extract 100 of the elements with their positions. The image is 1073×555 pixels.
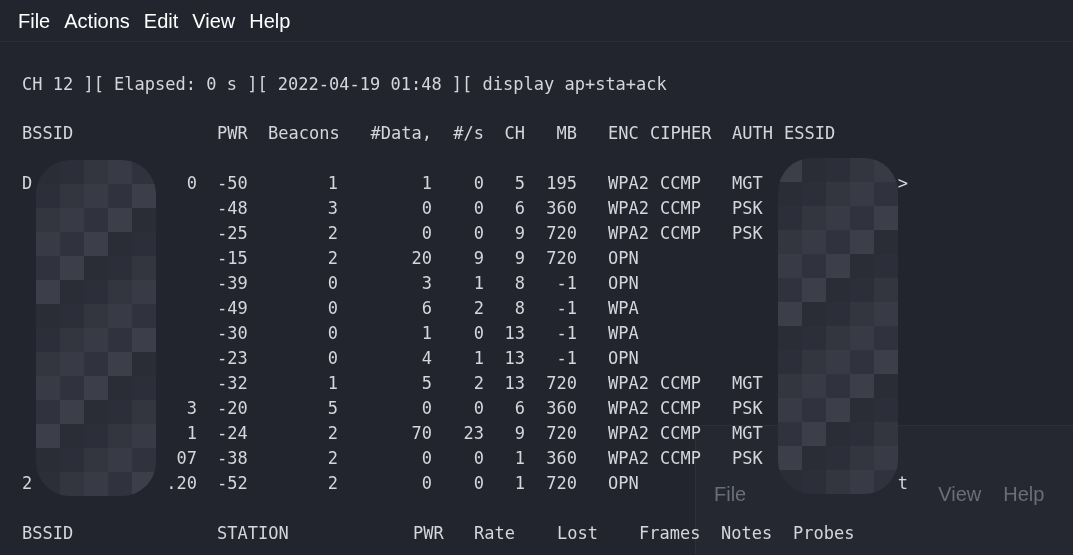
column-header: Frames [639,523,701,543]
table-cell: -52 [217,473,248,493]
table-cell: 3 [186,398,197,418]
column-header: CH [504,123,525,143]
table-cell: 9 [514,248,525,268]
table-cell: 5 [327,398,338,418]
table-cell: 20 [411,248,432,268]
table-cell: 360 [546,398,577,418]
table-cell: WPA [608,323,639,343]
table-cell: 0 [421,398,432,418]
table-cell: 0 [327,273,338,293]
table-cell: CCMP [660,223,701,243]
table-cell: t [897,473,908,493]
table-cell: -30 [217,323,248,343]
table-cell: 0 [421,198,432,218]
table-cell: 5 [514,173,525,193]
table-cell: 3 [327,198,338,218]
column-header: AUTH [732,123,773,143]
table-cell: OPN [608,248,639,268]
table-cell: -24 [217,423,248,443]
table-cell: 8 [514,298,525,318]
column-header: BSSID [22,523,74,543]
table-cell: PSK [732,398,763,418]
table-cell: 0 [186,173,197,193]
menu-item[interactable]: Actions [64,5,130,36]
table-cell: 1 [473,273,484,293]
menu-item[interactable]: Edit [143,5,179,36]
table-cell: CCMP [660,448,701,468]
table-cell: 13 [504,373,525,393]
table-cell: 195 [546,173,577,193]
table-cell: 1 [186,423,197,443]
table-cell: 1 [514,448,525,468]
table-cell: 07 [176,448,197,468]
table-cell: 720 [546,248,577,268]
table-cell: 9 [514,423,525,443]
table-cell: OPN [608,348,639,368]
table-cell: CCMP [660,373,701,393]
table-cell: 0 [327,298,338,318]
column-header: STATION [217,523,289,543]
column-header: PWR [413,523,444,543]
table-cell: -32 [217,373,248,393]
table-cell: CCMP [660,173,701,193]
table-cell: 2 [473,373,484,393]
table-cell: 13 [504,348,525,368]
table-cell: 2 [22,473,33,493]
table-cell: -15 [217,248,248,268]
table-cell: 0 [473,173,484,193]
table-cell: 720 [546,423,577,443]
table-cell: 0 [473,473,484,493]
table-cell: -23 [217,348,248,368]
table-cell: 2 [327,248,338,268]
table-cell: 6 [514,398,525,418]
column-header: #/s [453,123,484,143]
menu-item[interactable]: Help [249,5,291,36]
table-cell: 0 [327,348,338,368]
table-cell: PSK [732,198,763,218]
table-cell: 9 [473,248,484,268]
table-cell: 4 [421,348,432,368]
menu-item[interactable]: View [192,5,236,36]
column-header: PWR [217,123,248,143]
table-cell: 23 [463,423,484,443]
menu-item[interactable]: File [18,5,51,36]
table-cell: 0 [473,223,484,243]
table-cell: CCMP [660,423,701,443]
table-cell: 13 [504,323,525,343]
table-cell: -1 [556,348,577,368]
table-cell: 1 [327,373,338,393]
table-cell: WPA2 [608,373,649,393]
table-cell: 1 [327,173,338,193]
status-line: CH 12 ][ Elapsed: 0 s ][ 2022-04-19 01:48 ][ display ap+sta+ack [22,74,667,94]
table-cell: 720 [546,473,577,493]
table-cell: 2 [327,473,338,493]
column-header: ESSID [784,123,836,143]
table-cell: -1 [556,323,577,343]
table-cell: 9 [514,223,525,243]
table-cell: 360 [546,448,577,468]
column-header: CIPHER [650,123,712,143]
table-cell: 5 [421,373,432,393]
column-header: Beacons [268,123,340,143]
table-cell: -48 [217,198,248,218]
table-cell: PSK [732,223,763,243]
table-cell: OPN [608,473,639,493]
table-cell: .20 [166,473,197,493]
table-cell: 0 [327,323,338,343]
table-cell: WPA2 [608,223,649,243]
table-cell: 1 [421,173,432,193]
table-cell: 360 [546,198,577,218]
table-cell: -50 [217,173,248,193]
table-cell: WPA2 [608,448,649,468]
table-cell: -39 [217,273,248,293]
table-cell: OPN [608,273,639,293]
table-cell: MGT [732,173,763,193]
table-cell: 0 [473,323,484,343]
table-cell: 0 [473,448,484,468]
table-cell: 70 [411,423,432,443]
table-cell: 0 [473,398,484,418]
table-cell: MGT [732,373,763,393]
column-header: Lost [557,523,598,543]
table-cell: 2 [473,298,484,318]
table-cell: CCMP [660,198,701,218]
